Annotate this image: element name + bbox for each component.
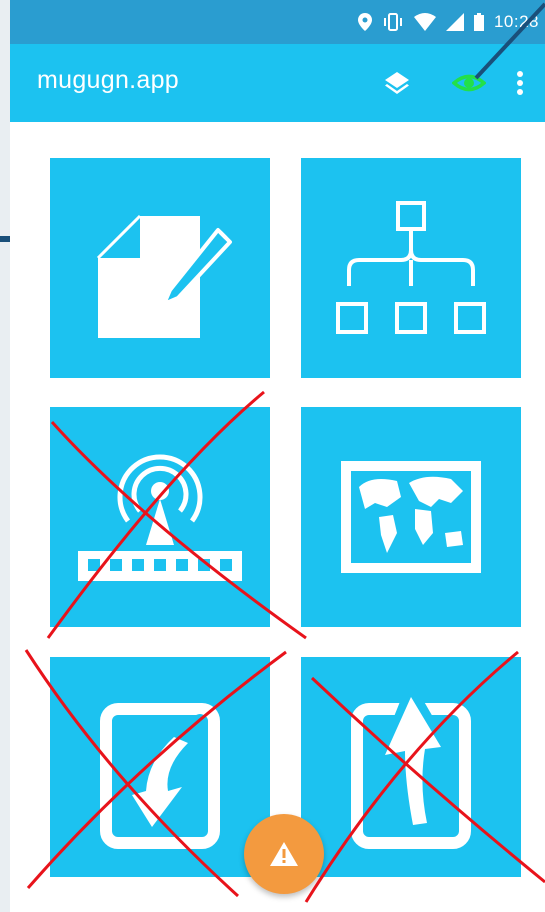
tile-edit-document[interactable] xyxy=(50,158,270,378)
status-time: 10:28 xyxy=(493,12,539,31)
edit-document-icon xyxy=(96,214,232,338)
app-title: mugugn.app xyxy=(37,66,180,94)
status-icons: 10:28 xyxy=(357,10,539,34)
warning-icon xyxy=(270,842,298,866)
location-pin-icon xyxy=(357,13,372,31)
signal-icon xyxy=(445,13,464,31)
phone-screen: 10:28 mugugn.app xyxy=(10,0,545,912)
tile-world-map[interactable] xyxy=(301,407,521,627)
tile-hierarchy[interactable] xyxy=(301,158,521,378)
tile-radio-tower[interactable] xyxy=(50,407,270,627)
layers-icon[interactable] xyxy=(382,68,412,98)
tile-export[interactable] xyxy=(301,657,521,877)
status-bar: 10:28 xyxy=(10,0,545,44)
app-bar: mugugn.app xyxy=(10,44,545,122)
export-icon xyxy=(351,686,471,849)
eye-icon[interactable] xyxy=(452,68,486,98)
tile-import[interactable] xyxy=(50,657,270,877)
vibrate-icon xyxy=(383,13,402,31)
world-map-icon xyxy=(341,461,481,573)
battery-icon xyxy=(473,13,484,31)
warning-fab-button[interactable] xyxy=(244,814,324,894)
wifi-icon xyxy=(413,13,436,31)
more-vert-icon[interactable] xyxy=(510,68,530,98)
radio-tower-icon xyxy=(78,454,242,581)
hierarchy-icon xyxy=(336,201,486,334)
import-icon xyxy=(100,703,220,849)
